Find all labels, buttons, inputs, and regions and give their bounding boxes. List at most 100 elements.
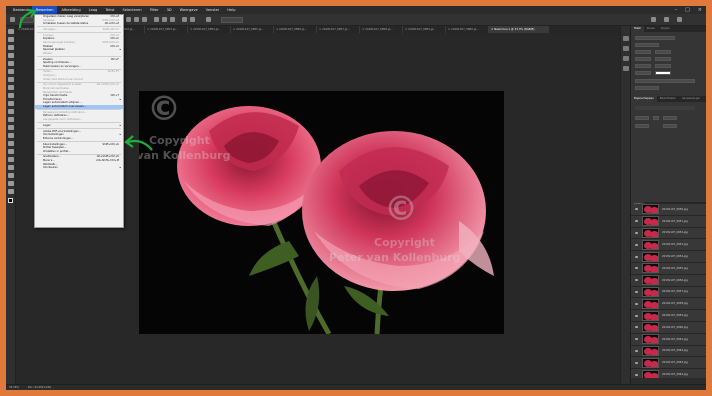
layer-row[interactable]: 20181107_0858.jpg [631,298,706,311]
lasso-tool-icon[interactable] [8,45,14,50]
text-style-buttons[interactable] [635,79,695,83]
visibility-eye-icon[interactable] [635,373,638,376]
path-select-tool-icon[interactable] [8,165,14,170]
layer-row[interactable]: 20181107_0856.jpg [631,274,706,287]
align-right-icon[interactable] [142,17,147,22]
visibility-eye-icon[interactable] [635,267,638,270]
menu-item-externe-verbindingen[interactable]: Externe verbindingen... [35,137,123,141]
menu-3d[interactable]: 3D [163,6,176,14]
document-tab[interactable]: × 20181107_0858.jp... [360,26,403,33]
menu-tekst[interactable]: Tekst [101,6,118,14]
align-top-icon[interactable] [154,17,159,22]
zoom-level[interactable]: 33,33% [9,386,19,389]
close-icon[interactable]: × [698,6,702,14]
document-tab[interactable]: × 20181107_0860.jp... [446,26,489,33]
font-size-field[interactable] [635,50,651,54]
3d-mode-icon[interactable] [206,17,211,22]
visibility-eye-icon[interactable] [635,255,638,258]
history-icon[interactable] [623,36,629,41]
menu-item-schakelen-tussen-de-laatste-status[interactable]: Schakelen tussen de laatste status Alt+Ct… [35,22,123,26]
eyedropper-tool-icon[interactable] [8,77,14,82]
language-field[interactable] [635,86,659,90]
y-field[interactable] [663,124,677,128]
menu-item-voorkeuren[interactable]: Voorkeuren ▸ [35,166,123,170]
horizontal-scale-field[interactable] [655,64,671,68]
font-style-field[interactable] [635,43,659,47]
pen-tool-icon[interactable] [8,149,14,154]
document-tab[interactable]: × 20181107_0857.jp... [317,26,360,33]
document-canvas[interactable]: © Copyright Peter van Kollenburg © Copyr… [139,91,504,334]
crop-tool-icon[interactable] [8,61,14,66]
workspace-icon[interactable] [664,17,669,22]
layer-row[interactable]: 20181107_0853.jpg [631,239,706,252]
visibility-eye-icon[interactable] [635,338,638,341]
swatches-icon[interactable] [623,56,629,61]
layer-row[interactable]: 20181107_0864.jpg [631,369,706,378]
align-center-icon[interactable] [134,17,139,22]
move-tool-icon[interactable] [8,29,14,34]
share-icon[interactable] [677,17,682,22]
visibility-eye-icon[interactable] [635,243,638,246]
menu-item-lagen-automatisch-overvloeien[interactable]: Lagen automatisch overvloeien... [35,105,123,109]
menu-item-omzetten-in-profiel[interactable]: Omzetten in profiel... [35,150,123,154]
foreground-color-swatch[interactable] [8,198,13,203]
baseline-shift-field[interactable] [635,71,651,75]
dodge-tool-icon[interactable] [8,141,14,146]
leading-field[interactable] [655,50,671,54]
align-left-icon[interactable] [126,17,131,22]
3d-mode-field[interactable] [221,17,243,23]
quick-select-tool-icon[interactable] [8,53,14,58]
type-tool-icon[interactable] [8,157,14,162]
character-icon[interactable] [623,66,629,71]
menu-laag[interactable]: Laag [85,6,102,14]
menu-selecteren[interactable]: Selecteren [119,6,146,14]
width-field[interactable] [635,116,649,120]
document-tab[interactable]: × 20181107_0856.jp... [274,26,317,33]
align-middle-icon[interactable] [162,17,167,22]
visibility-eye-icon[interactable] [635,279,638,282]
shape-tool-icon[interactable] [8,173,14,178]
document-tab[interactable]: × 20181107_0859.jp... [403,26,446,33]
stamp-tool-icon[interactable] [8,101,14,106]
search-icon[interactable] [651,17,656,22]
layer-row[interactable]: 20181107_0855.jpg [631,262,706,275]
visibility-eye-icon[interactable] [635,208,638,211]
layer-row[interactable]: 20181107_0850.jpg [631,204,706,216]
document-tab[interactable]: × 20181107_0855.jp... [231,26,274,33]
text-color-swatch[interactable] [655,71,671,75]
frame-tool-icon[interactable] [8,69,14,74]
font-family-field[interactable] [635,36,675,40]
visibility-eye-icon[interactable] [635,290,638,293]
layer-row[interactable]: 20181107_0852.jpg [631,227,706,240]
layer-row[interactable]: 20181107_0863.jpg [631,357,706,370]
visibility-eye-icon[interactable] [635,349,638,352]
layer-row[interactable]: 20181107_0860.jpg [631,321,706,334]
layer-row[interactable]: 20181107_0854.jpg [631,251,706,263]
align-bottom-icon[interactable] [170,17,175,22]
document-tab[interactable]: × Naamloos-1 @ 33,3% (RGB/8) [489,26,549,33]
tracking-field[interactable] [655,57,671,61]
visibility-eye-icon[interactable] [635,326,638,329]
link-icon[interactable] [653,116,659,120]
height-field[interactable] [663,116,677,120]
zoom-tool-icon[interactable] [8,189,14,194]
blur-tool-icon[interactable] [8,133,14,138]
x-field[interactable] [635,124,649,128]
layer-row[interactable]: 20181107_0851.jpg [631,215,706,228]
layer-row[interactable]: 20181107_0861.jpg [631,333,706,346]
history-brush-tool-icon[interactable] [8,109,14,114]
menu-venster[interactable]: Venster [202,6,224,14]
visibility-eye-icon[interactable] [635,231,638,234]
marquee-tool-icon[interactable] [8,37,14,42]
gradient-tool-icon[interactable] [8,125,14,130]
move-tool-icon[interactable] [10,17,15,22]
maximize-icon[interactable]: □ [685,6,690,14]
layer-row[interactable]: 20181107_0862.jpg [631,345,706,358]
menu-afbeelding[interactable]: Afbeelding [57,6,84,14]
layer-row[interactable]: 20181107_0857.jpg [631,286,706,299]
document-tab[interactable]: × 20181107_0853.jp... [145,26,188,33]
visibility-eye-icon[interactable] [635,302,638,305]
eraser-tool-icon[interactable] [8,117,14,122]
document-tab[interactable]: × 20181107_0854.jp... [188,26,231,33]
menu-item-legen[interactable]: Legen ▸ [35,124,123,128]
